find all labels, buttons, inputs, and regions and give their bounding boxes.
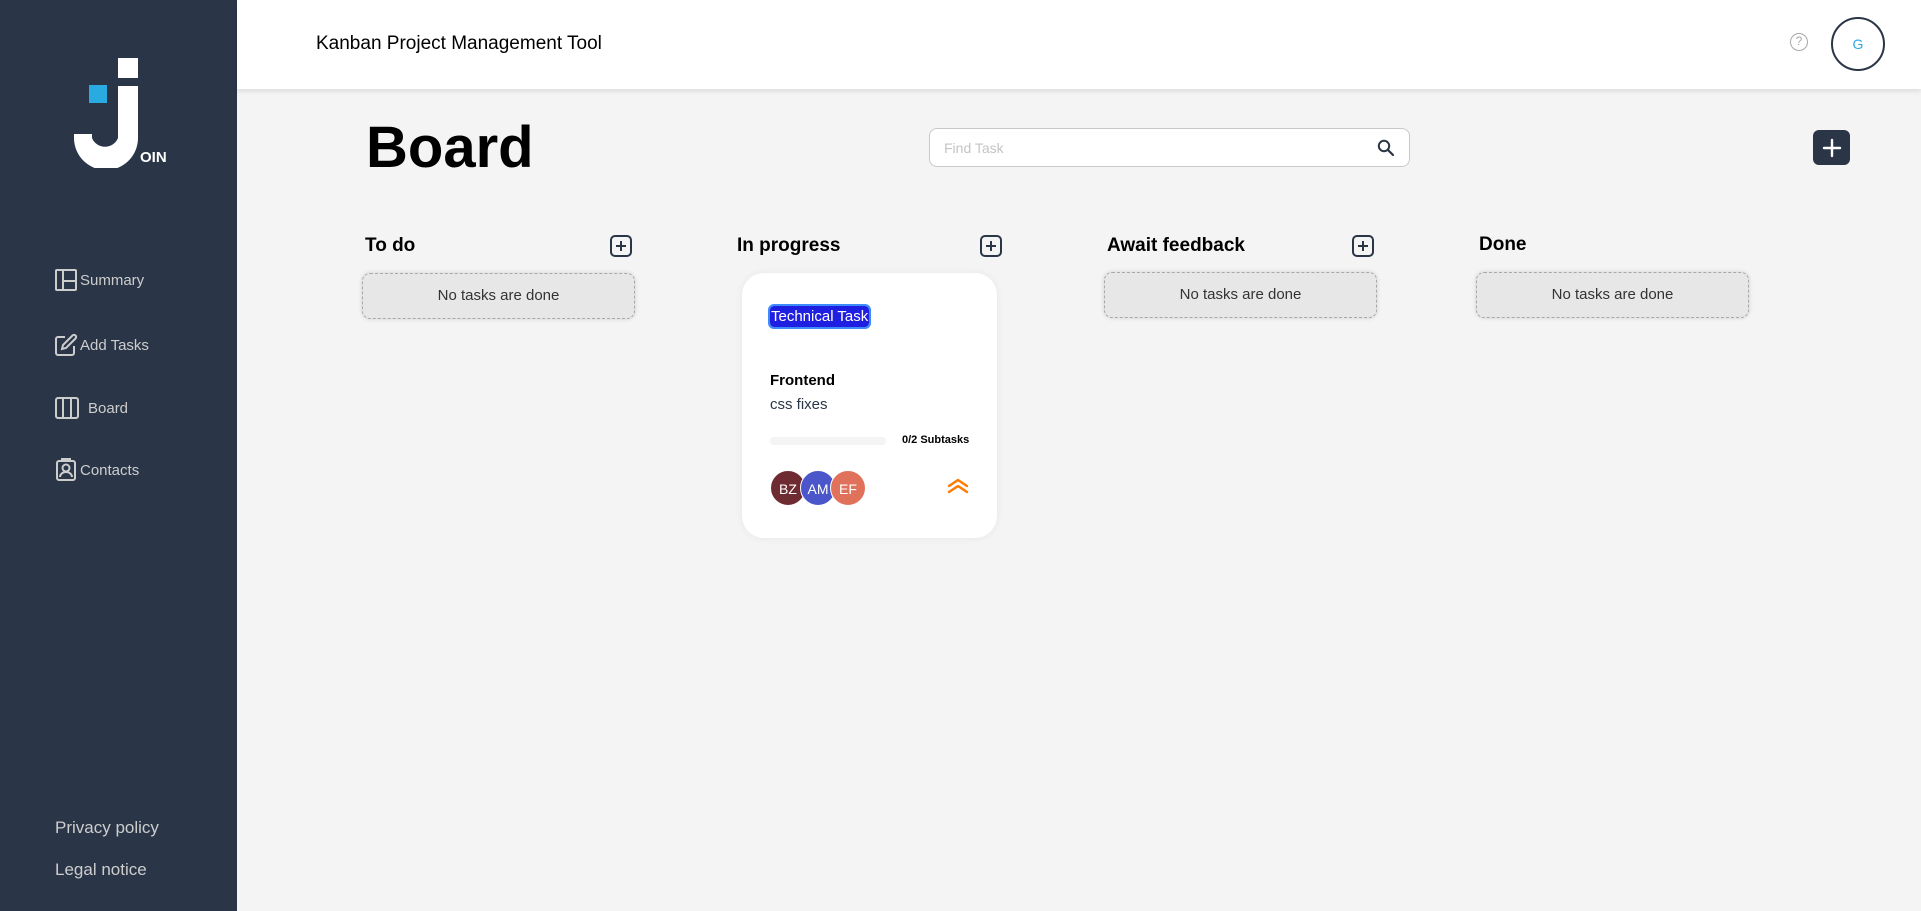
- logo-text: OIN: [140, 149, 167, 166]
- column-title-done: Done: [1479, 234, 1527, 255]
- sidebar-item-board[interactable]: Board: [54, 396, 128, 420]
- join-logo[interactable]: OIN: [74, 56, 170, 170]
- sidebar-item-label: Add Tasks: [80, 336, 149, 354]
- add-to-await-feedback-button[interactable]: [1352, 235, 1374, 257]
- contacts-icon: [56, 458, 76, 481]
- column-title-todo: To do: [365, 235, 416, 256]
- user-avatar[interactable]: G: [1831, 17, 1885, 71]
- legal-notice-link[interactable]: Legal notice: [55, 860, 147, 880]
- empty-placeholder-todo: No tasks are done: [362, 273, 635, 319]
- app-title: Kanban Project Management Tool: [316, 33, 602, 54]
- top-header: Kanban Project Management Tool ? G: [237, 0, 1921, 89]
- empty-placeholder-done: No tasks are done: [1476, 272, 1749, 318]
- sidebar: OIN Summary Add Tasks Board Contacts Pri…: [0, 0, 237, 911]
- add-to-todo-button[interactable]: [610, 235, 632, 257]
- subtask-progress-bar: [770, 437, 886, 445]
- task-description: css fixes: [770, 396, 828, 413]
- sidebar-item-add-tasks[interactable]: Add Tasks: [54, 333, 149, 357]
- board-icon: [55, 397, 79, 419]
- help-icon[interactable]: ?: [1790, 33, 1808, 51]
- summary-icon: [55, 269, 77, 291]
- category-badge: Technical Task: [767, 304, 872, 329]
- privacy-policy-link[interactable]: Privacy policy: [55, 818, 159, 838]
- app-root: OIN Summary Add Tasks Board Contacts Pri…: [0, 0, 1921, 911]
- sidebar-item-summary[interactable]: Summary: [54, 268, 144, 292]
- search-input[interactable]: [944, 138, 1364, 158]
- add-task-button[interactable]: [1813, 130, 1850, 165]
- task-card[interactable]: Technical Task Frontend css fixes 0/2 Su…: [742, 273, 997, 538]
- sidebar-item-label: Board: [88, 399, 129, 417]
- sidebar-item-label: Summary: [80, 271, 145, 289]
- search-box: [929, 128, 1410, 167]
- sidebar-item-label: Contacts: [80, 461, 140, 479]
- page-title: Board: [366, 115, 534, 180]
- edit-icon: [55, 333, 78, 356]
- plus-icon: [1822, 138, 1841, 157]
- assignee-avatar: EF: [830, 470, 866, 506]
- assignee-list: BZ AM EF: [770, 470, 890, 506]
- column-title-in-progress: In progress: [737, 235, 841, 256]
- column-title-await-feedback: Await feedback: [1107, 235, 1245, 256]
- empty-placeholder-await-feedback: No tasks are done: [1104, 272, 1377, 318]
- sidebar-item-contacts[interactable]: Contacts: [54, 458, 139, 482]
- search-icon[interactable]: [1377, 139, 1395, 157]
- urgent-chevrons-icon: [947, 478, 969, 494]
- task-title: Frontend: [770, 372, 835, 389]
- subtask-count: 0/2 Subtasks: [902, 434, 970, 446]
- add-to-in-progress-button[interactable]: [980, 235, 1002, 257]
